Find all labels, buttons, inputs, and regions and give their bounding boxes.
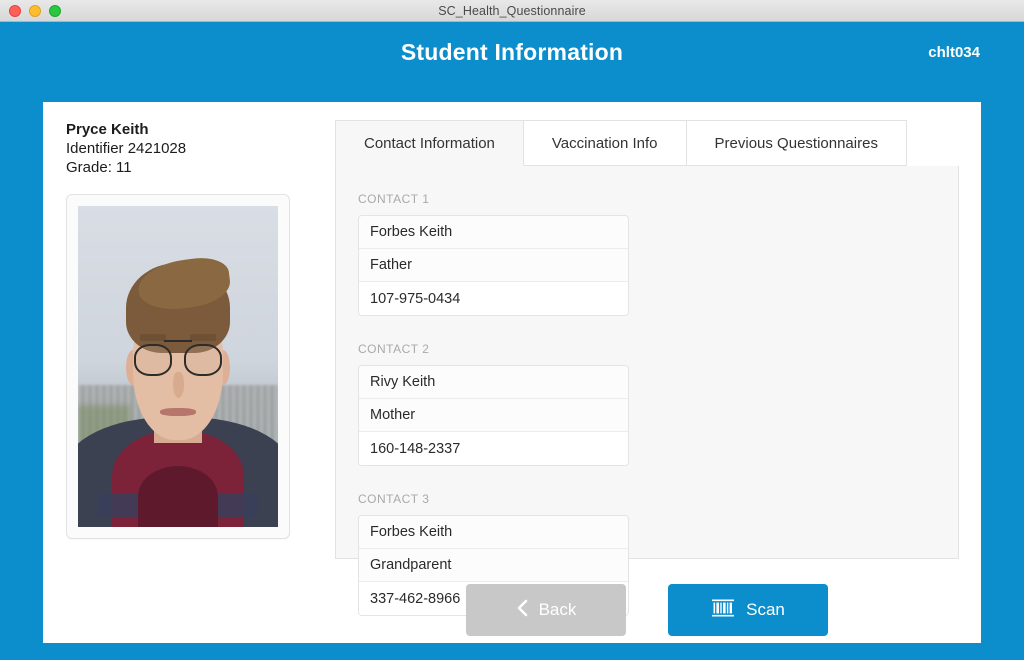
page-title: Student Information <box>400 39 624 65</box>
chevron-left-icon <box>516 599 528 622</box>
contact-block-1: CONTACT 1 Forbes Keith Father 107-975-04… <box>358 192 629 316</box>
app-header: Student Information chlt034 <box>0 22 1024 80</box>
photo-lens-left <box>134 343 172 376</box>
content-card: Pryce Keith Identifier 2421028 Grade: 11 <box>43 102 981 643</box>
contact-name-field[interactable]: Forbes Keith <box>359 216 628 249</box>
contact-relation-field[interactable]: Grandparent <box>359 549 628 582</box>
scan-button[interactable]: Scan <box>668 584 828 636</box>
app-window: SC_Health_Questionnaire Student Informat… <box>0 0 1024 660</box>
tab-vaccination-info[interactable]: Vaccination Info <box>523 120 687 166</box>
photo-nose <box>173 372 184 399</box>
window-titlebar: SC_Health_Questionnaire <box>0 0 1024 22</box>
back-button-label: Back <box>538 600 577 619</box>
tab-label: Contact Information <box>364 134 495 152</box>
scan-button-label: Scan <box>746 600 785 619</box>
contact-block-2: CONTACT 2 Rivy Keith Mother 160-148-2337 <box>358 342 629 466</box>
student-photo <box>78 205 278 527</box>
tab-label: Vaccination Info <box>551 134 658 152</box>
student-photo-card <box>66 193 290 539</box>
tab-bar: Contact Information Vaccination Info Pre… <box>335 120 959 166</box>
student-identifier: Identifier 2421028 <box>66 140 187 158</box>
session-code: chlt034 <box>928 44 980 61</box>
tab-label: Previous Questionnaires <box>714 134 878 152</box>
tab-contact-information[interactable]: Contact Information <box>335 120 524 166</box>
photo-brow-left <box>140 333 166 341</box>
contact-fields: Forbes Keith Father 107-975-0434 <box>358 215 629 316</box>
app-body: Student Information chlt034 Pryce Keith … <box>0 22 1024 660</box>
contact-label: CONTACT 1 <box>358 192 430 206</box>
photo-hoodie-collar <box>138 465 218 527</box>
photo-mouth <box>160 407 196 417</box>
contact-name-field[interactable]: Forbes Keith <box>359 516 628 549</box>
contact-phone-field[interactable]: 107-975-0434 <box>359 282 628 315</box>
tab-panel-container: Contact Information Vaccination Info Pre… <box>329 120 959 636</box>
contact-relation-field[interactable]: Father <box>359 249 628 282</box>
student-panel: Pryce Keith Identifier 2421028 Grade: 11 <box>65 120 329 636</box>
photo-glasses <box>134 343 222 376</box>
back-button[interactable]: Back <box>466 584 626 636</box>
contact-fields: Rivy Keith Mother 160-148-2337 <box>358 365 629 466</box>
contact-label: CONTACT 2 <box>358 342 430 356</box>
window-title: SC_Health_Questionnaire <box>438 3 586 18</box>
photo-brow-right <box>190 333 216 341</box>
student-name: Pryce Keith <box>66 121 149 138</box>
photo-lens-right <box>184 343 222 376</box>
contact-information-panel: CONTACT 1 Forbes Keith Father 107-975-04… <box>335 166 959 616</box>
contact-name-field[interactable]: Rivy Keith <box>359 366 628 399</box>
contact-label: CONTACT 3 <box>358 492 430 506</box>
tab-previous-questionnaires[interactable]: Previous Questionnaires <box>686 120 907 166</box>
contact-relation-field[interactable]: Mother <box>359 399 628 432</box>
student-grade: Grade: 11 <box>66 159 132 177</box>
barcode-icon <box>711 598 735 623</box>
contact-grid: CONTACT 1 Forbes Keith Father 107-975-04… <box>358 192 936 642</box>
contact-phone-field[interactable]: 160-148-2337 <box>359 432 628 465</box>
photo-glasses-bridge <box>164 340 192 343</box>
